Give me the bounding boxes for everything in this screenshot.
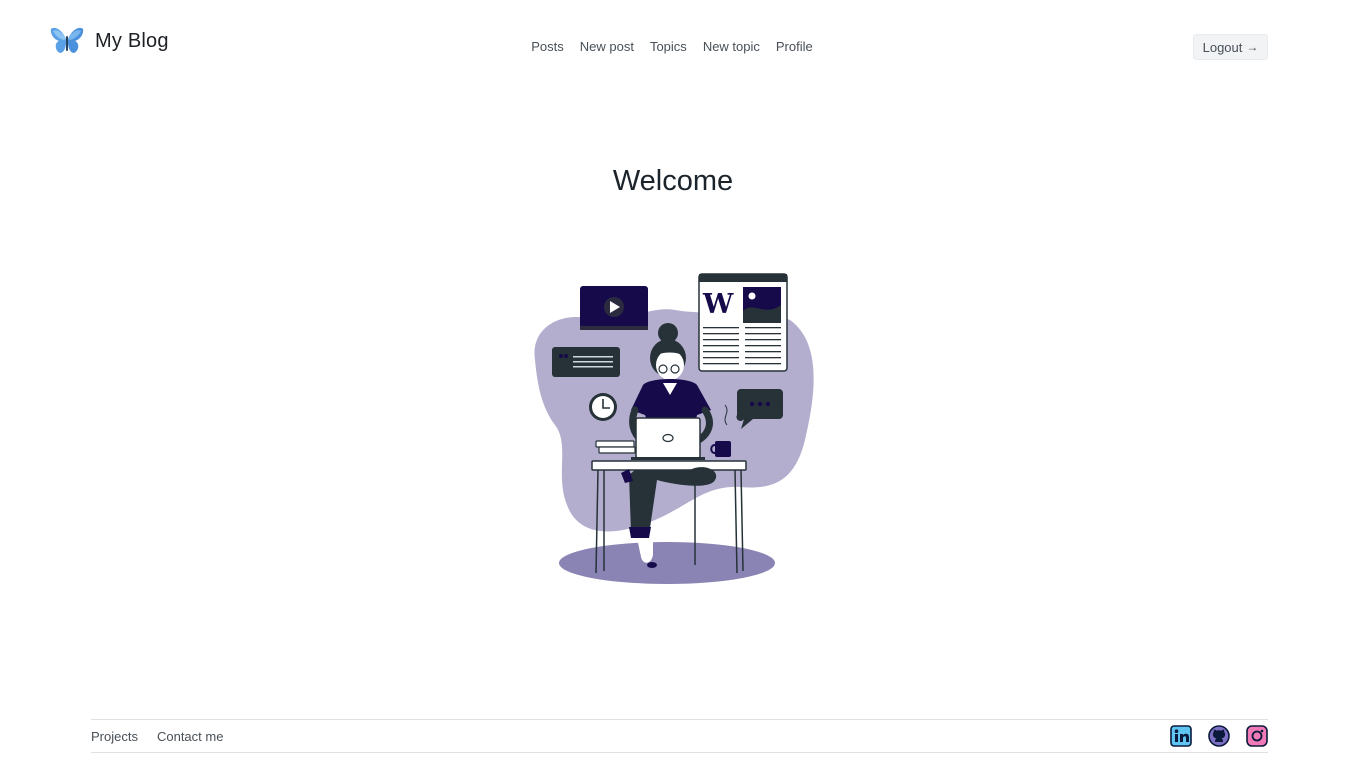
woman-blogging-at-desk-illustration: W <box>534 273 814 584</box>
header: My Blog Posts New post Topics New topic … <box>0 0 1346 95</box>
nav-new-topic[interactable]: New topic <box>703 39 760 54</box>
linkedin-icon[interactable] <box>1170 725 1192 747</box>
nav-new-post[interactable]: New post <box>580 39 634 54</box>
nav-topics[interactable]: Topics <box>650 39 687 54</box>
page-title: Welcome <box>612 165 734 197</box>
main-nav: Posts New post Topics New topic Profile <box>0 39 1346 54</box>
instagram-icon[interactable] <box>1246 725 1268 747</box>
svg-text:W: W <box>702 289 734 320</box>
footer-link-contact[interactable]: Contact me <box>157 729 223 744</box>
nav-profile[interactable]: Profile <box>776 39 813 54</box>
social-links <box>1170 725 1268 747</box>
logout-label: Logout <box>1202 39 1243 55</box>
footer: Projects Contact me <box>91 719 1268 753</box>
footer-link-projects[interactable]: Projects <box>91 729 138 744</box>
arrow-right-icon: → <box>1246 40 1259 54</box>
logout-button[interactable]: Logout → <box>1193 34 1268 60</box>
github-icon[interactable] <box>1208 725 1230 747</box>
nav-posts[interactable]: Posts <box>531 39 564 54</box>
